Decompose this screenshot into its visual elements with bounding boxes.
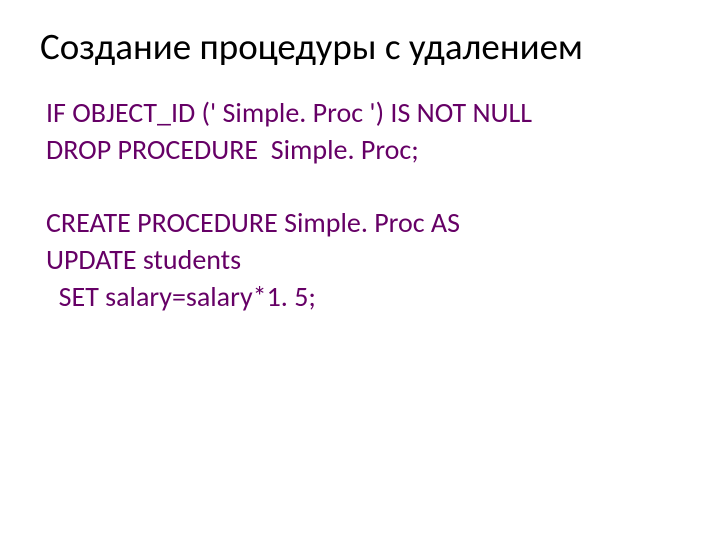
code-line: SET salary=salary*1. 5;: [46, 279, 680, 316]
code-line: IF OBJECT_ID (' Simple. Proc ') IS NOT N…: [46, 95, 680, 132]
slide-title: Создание процедуры с удалением: [40, 24, 680, 69]
code-block: IF OBJECT_ID (' Simple. Proc ') IS NOT N…: [40, 95, 680, 316]
code-line: UPDATE students: [46, 242, 680, 279]
code-line: DROP PROCEDURE Simple. Proc;: [46, 132, 680, 169]
slide-container: Создание процедуры с удалением IF OBJECT…: [0, 0, 720, 316]
code-line: CREATE PROCEDURE Simple. Proc AS: [46, 205, 680, 242]
blank-line: [46, 169, 680, 205]
